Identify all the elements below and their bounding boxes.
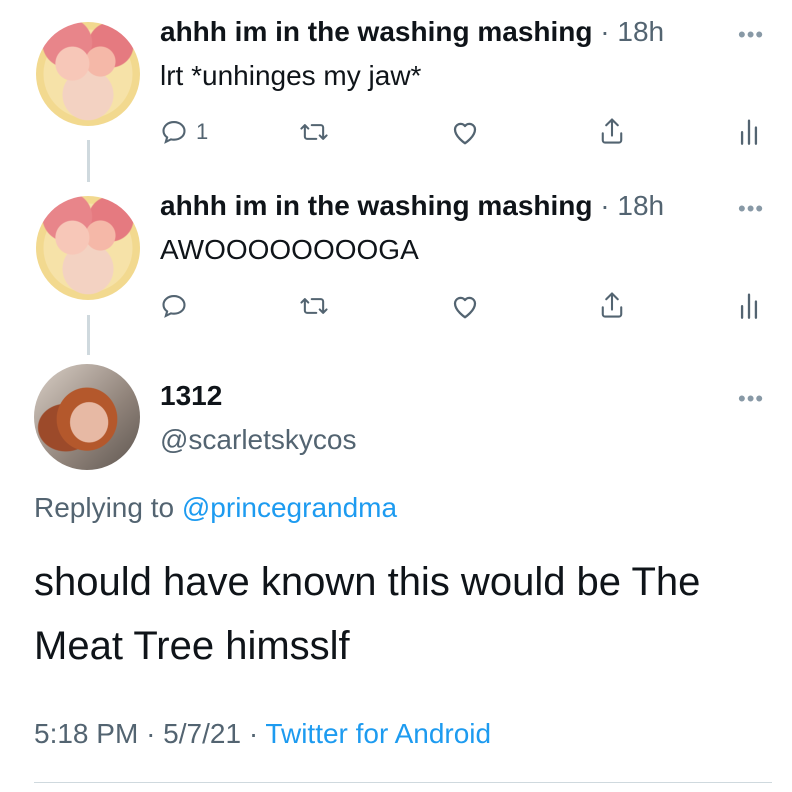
tweet-meta: 5:18 PM · 5/7/21 · Twitter for Android: [34, 718, 491, 750]
more-icon[interactable]: •••: [738, 386, 764, 412]
tweet-time[interactable]: 5:18 PM: [34, 718, 138, 749]
display-name[interactable]: 1312: [160, 380, 222, 412]
tweet-text: lrt *unhinges my jaw*: [160, 60, 422, 91]
like-icon: [453, 122, 477, 145]
separator: ·: [146, 718, 156, 749]
avatar[interactable]: [36, 22, 140, 126]
reply-icon: [162, 121, 186, 144]
separator: ·: [600, 190, 610, 221]
tweet-timestamp[interactable]: · 18h: [600, 190, 664, 221]
more-icon[interactable]: •••: [738, 22, 764, 48]
like-button[interactable]: [450, 292, 480, 320]
retweet-icon: [300, 124, 328, 140]
separator: ·: [600, 16, 610, 47]
replying-handle-link[interactable]: @princegrandma: [182, 492, 397, 523]
like-button[interactable]: [450, 118, 480, 146]
analytics-icon: [740, 119, 758, 145]
analytics-button[interactable]: [738, 290, 760, 320]
replying-to: Replying to @princegrandma: [34, 492, 397, 524]
retweet-button[interactable]: [298, 292, 330, 320]
time-text[interactable]: 18h: [617, 190, 664, 221]
replying-prefix: Replying to: [34, 492, 175, 523]
reply-button[interactable]: [160, 292, 196, 320]
share-button[interactable]: [598, 290, 626, 320]
display-name-text[interactable]: ahhh im in the washing mashing: [160, 16, 592, 47]
display-name[interactable]: ahhh im in the washing mashing · 18h: [160, 16, 664, 48]
analytics-icon: [740, 293, 758, 319]
display-name-text[interactable]: ahhh im in the washing mashing: [160, 190, 592, 221]
reply-icon: [162, 295, 186, 318]
share-icon: [601, 118, 623, 144]
retweet-icon: [300, 298, 328, 314]
share-button[interactable]: [598, 116, 626, 146]
share-icon: [601, 292, 623, 318]
thread-line: [87, 315, 90, 355]
tweet-date[interactable]: 5/7/21: [163, 718, 241, 749]
separator: ·: [248, 718, 259, 749]
tweet-source-link[interactable]: Twitter for Android: [265, 718, 491, 749]
divider: [34, 782, 772, 783]
time-text[interactable]: 18h: [617, 16, 664, 47]
user-handle[interactable]: @scarletskycos: [160, 424, 356, 456]
avatar[interactable]: [36, 196, 140, 300]
tweet-text: should have known this would be The Meat…: [34, 560, 701, 668]
retweet-button[interactable]: [298, 118, 330, 146]
tweet-timestamp[interactable]: · 18h: [600, 16, 664, 47]
like-icon: [453, 296, 477, 319]
tweet-text: AWOOOOOOOOGA: [160, 234, 419, 265]
avatar[interactable]: [34, 364, 140, 470]
reply-button[interactable]: 1: [160, 118, 208, 146]
display-name[interactable]: ahhh im in the washing mashing · 18h: [160, 190, 664, 222]
more-icon[interactable]: •••: [738, 196, 764, 222]
thread-line: [87, 140, 90, 182]
reply-count: 1: [196, 119, 209, 144]
analytics-button[interactable]: [738, 116, 760, 146]
